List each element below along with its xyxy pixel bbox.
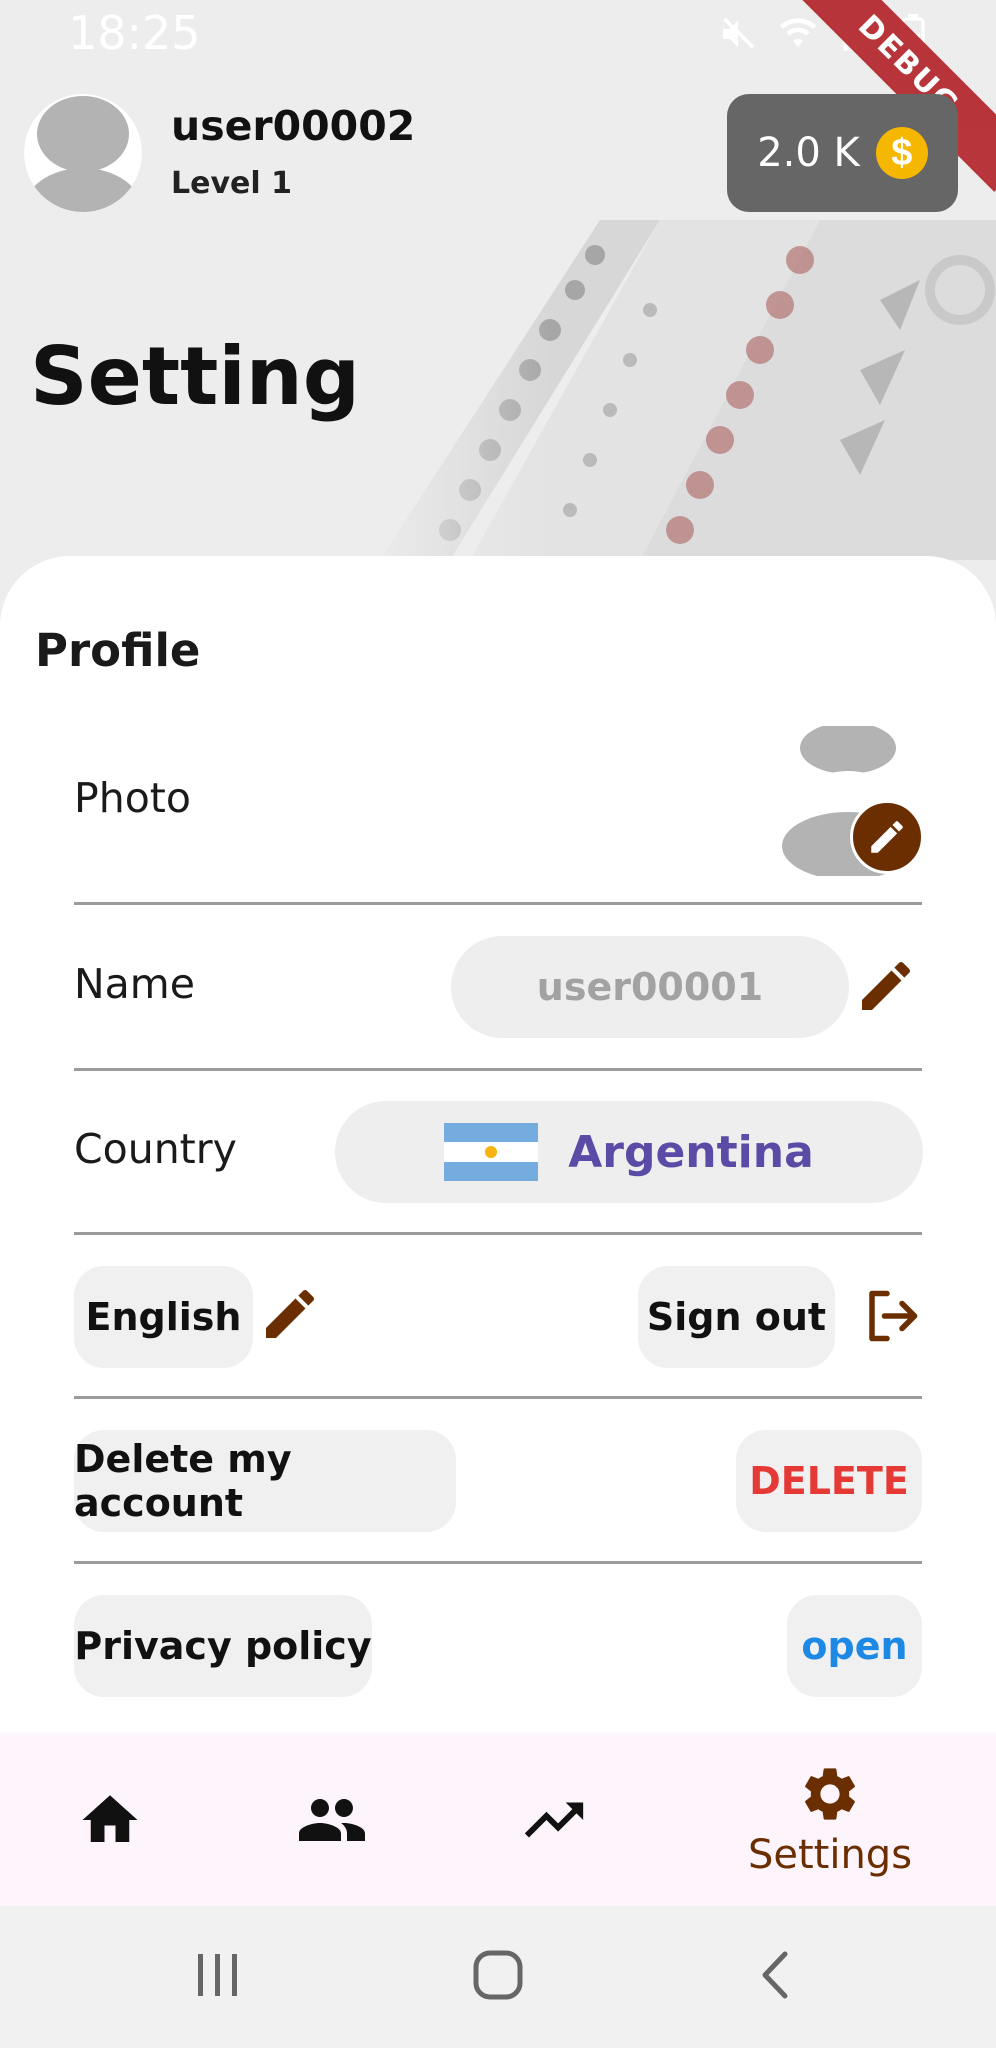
wifi-icon (779, 18, 817, 48)
default-avatar-icon (24, 94, 142, 212)
divider (74, 1396, 922, 1399)
photo-label: Photo (74, 774, 191, 822)
home-icon (82, 1794, 138, 1842)
nav-friends[interactable] (282, 1733, 382, 1906)
divider (74, 1068, 922, 1071)
divider (74, 1561, 922, 1564)
language-button[interactable]: English (74, 1266, 253, 1368)
divider (74, 902, 922, 905)
name-field[interactable]: user00001 (451, 936, 849, 1038)
coin-balance[interactable]: 2.0 K $ (727, 94, 958, 212)
delete-account-button[interactable]: DELETE (736, 1430, 922, 1532)
edit-photo-button[interactable] (850, 800, 924, 874)
nav-settings[interactable]: Settings (730, 1733, 930, 1906)
country-name: Argentina (568, 1126, 814, 1178)
name-label: Name (74, 960, 195, 1008)
nav-stats[interactable] (504, 1733, 604, 1906)
nav-home[interactable] (60, 1733, 160, 1906)
sign-out-button[interactable]: Sign out (638, 1266, 835, 1368)
logout-icon[interactable] (862, 1286, 922, 1346)
nav-settings-label: Settings (747, 1831, 913, 1878)
page-title: Setting (30, 330, 360, 423)
mute-icon (723, 17, 755, 49)
edit-name-icon[interactable] (854, 954, 918, 1018)
country-label: Country (74, 1125, 237, 1173)
coin-amount: 2.0 K (757, 130, 860, 176)
back-icon[interactable] (755, 1950, 795, 2000)
country-selector[interactable]: Argentina (335, 1101, 923, 1203)
section-title-profile: Profile (35, 624, 201, 677)
gear-icon (805, 1767, 855, 1820)
background-illustration (360, 210, 996, 560)
header-level: Level 1 (171, 166, 292, 201)
home-button-icon[interactable] (470, 1950, 526, 2000)
privacy-policy-label: Privacy policy (74, 1595, 372, 1697)
privacy-policy-open-button[interactable]: open (787, 1595, 922, 1697)
divider (74, 1232, 922, 1235)
coin-icon: $ (875, 127, 928, 179)
status-time: 18:25 (68, 6, 201, 60)
edit-language-icon[interactable] (258, 1282, 322, 1346)
delete-account-label: Delete my account (74, 1430, 456, 1532)
people-icon (299, 1798, 365, 1841)
pencil-icon (871, 821, 903, 853)
trending-up-icon (524, 1802, 584, 1837)
header-username: user00002 (171, 102, 416, 150)
argentina-flag-icon (444, 1123, 539, 1181)
recent-apps-icon[interactable] (190, 1950, 246, 2000)
header-avatar[interactable] (24, 94, 142, 212)
